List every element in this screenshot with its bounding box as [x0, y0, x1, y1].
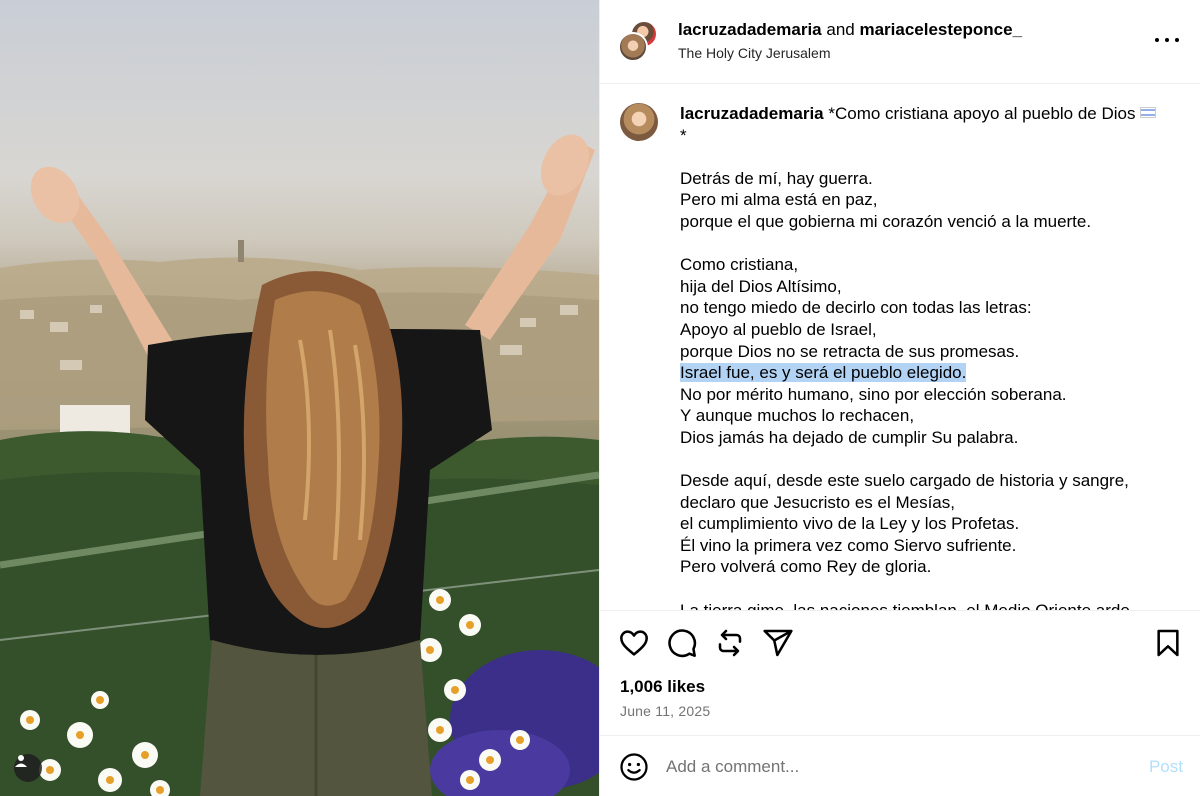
- caption-line: La tierra gime, las naciones tiemblan, e…: [680, 600, 1180, 610]
- comment-icon: [668, 629, 697, 658]
- post-comment-button[interactable]: Post: [1149, 757, 1183, 777]
- authors-connector: and: [826, 20, 855, 39]
- post-header: lacruzadademaria and mariacelesteponce_ …: [600, 0, 1200, 84]
- save-button[interactable]: [1152, 627, 1184, 659]
- caption-line: el cumplimiento vivo de la Ley y los Pro…: [680, 514, 1020, 534]
- like-button[interactable]: [618, 627, 650, 659]
- location-link[interactable]: The Holy City Jerusalem: [678, 45, 831, 61]
- caption-line: Pero mi alma está en paz,: [680, 190, 878, 210]
- emoji-button[interactable]: [619, 752, 649, 782]
- comment-button[interactable]: [666, 627, 698, 659]
- israel-flag-icon: [1140, 107, 1157, 118]
- caption-line: hija del Dios Altísimo,: [680, 276, 842, 296]
- photo-illustration: [0, 134, 599, 796]
- more-icon: [1155, 38, 1179, 42]
- caption-line: porque Dios no se retracta de sus promes…: [680, 341, 1020, 361]
- caption-line: Detrás de mí, hay guerra.: [680, 168, 873, 188]
- caption-line: Como cristiana,: [680, 255, 799, 275]
- user-tag-icon: [15, 755, 27, 767]
- caption-line: Y aunque muchos lo rechacen,: [680, 406, 915, 426]
- caption-line: Él vino la primera vez como Siervo sufri…: [680, 535, 1017, 555]
- post-actions: 1,006 likes June 11, 2025: [600, 610, 1200, 736]
- avatar[interactable]: [618, 32, 648, 62]
- heart-icon: [620, 630, 648, 656]
- caption-line: Dios jamás ha dejado de cumplir Su palab…: [680, 427, 1019, 447]
- more-options-button[interactable]: [1155, 30, 1179, 50]
- caption-username-link[interactable]: lacruzadademaria: [680, 104, 824, 123]
- caption-line: Apoyo al pueblo de Israel,: [680, 319, 877, 339]
- post-authors: lacruzadademaria and mariacelesteponce_: [678, 20, 1022, 40]
- bookmark-icon: [1157, 629, 1179, 657]
- send-icon: [763, 629, 793, 657]
- caption-scroll-area[interactable]: lacruzadademaria *Como cristiana apoyo a…: [600, 85, 1200, 610]
- caption-line: no tengo miedo de decirlo con todas las …: [680, 298, 1032, 318]
- caption-line: Desde aquí, desde este suelo cargado de …: [680, 471, 1129, 491]
- caption-line: declaro que Jesucristo es el Mesías,: [680, 492, 955, 512]
- post-details-panel: lacruzadademaria and mariacelesteponce_ …: [599, 0, 1200, 796]
- caption-first-line: *Como cristiana apoyo al pueblo de Dios: [828, 104, 1136, 123]
- author-avatars[interactable]: [618, 20, 660, 62]
- caption-line: Pero volverá como Rey de gloria.: [680, 557, 932, 577]
- coauthor-username-link[interactable]: mariacelesteponce_: [859, 20, 1022, 39]
- post-date[interactable]: June 11, 2025: [620, 703, 710, 719]
- caption-line: *: [680, 125, 687, 145]
- comment-bar: Post: [600, 737, 1200, 796]
- highlighted-text: Israel fue, es y será el pueblo elegido.: [680, 363, 967, 383]
- repost-icon: [718, 629, 742, 657]
- caption-line: porque el que gobierna mi corazón venció…: [680, 211, 1092, 231]
- author-username-link[interactable]: lacruzadademaria: [678, 20, 822, 39]
- avatar[interactable]: [620, 103, 658, 141]
- caption-line: No por mérito humano, sino por elección …: [680, 384, 1067, 404]
- repost-button[interactable]: [714, 627, 746, 659]
- likes-count[interactable]: 1,006 likes: [620, 677, 705, 697]
- comment-input[interactable]: [666, 751, 1126, 783]
- caption-text: lacruzadademaria *Como cristiana apoyo a…: [680, 103, 1180, 610]
- user-tag-button[interactable]: [14, 754, 42, 782]
- send-button[interactable]: [762, 627, 794, 659]
- emoji-icon: [620, 753, 648, 781]
- post-photo[interactable]: [0, 0, 599, 796]
